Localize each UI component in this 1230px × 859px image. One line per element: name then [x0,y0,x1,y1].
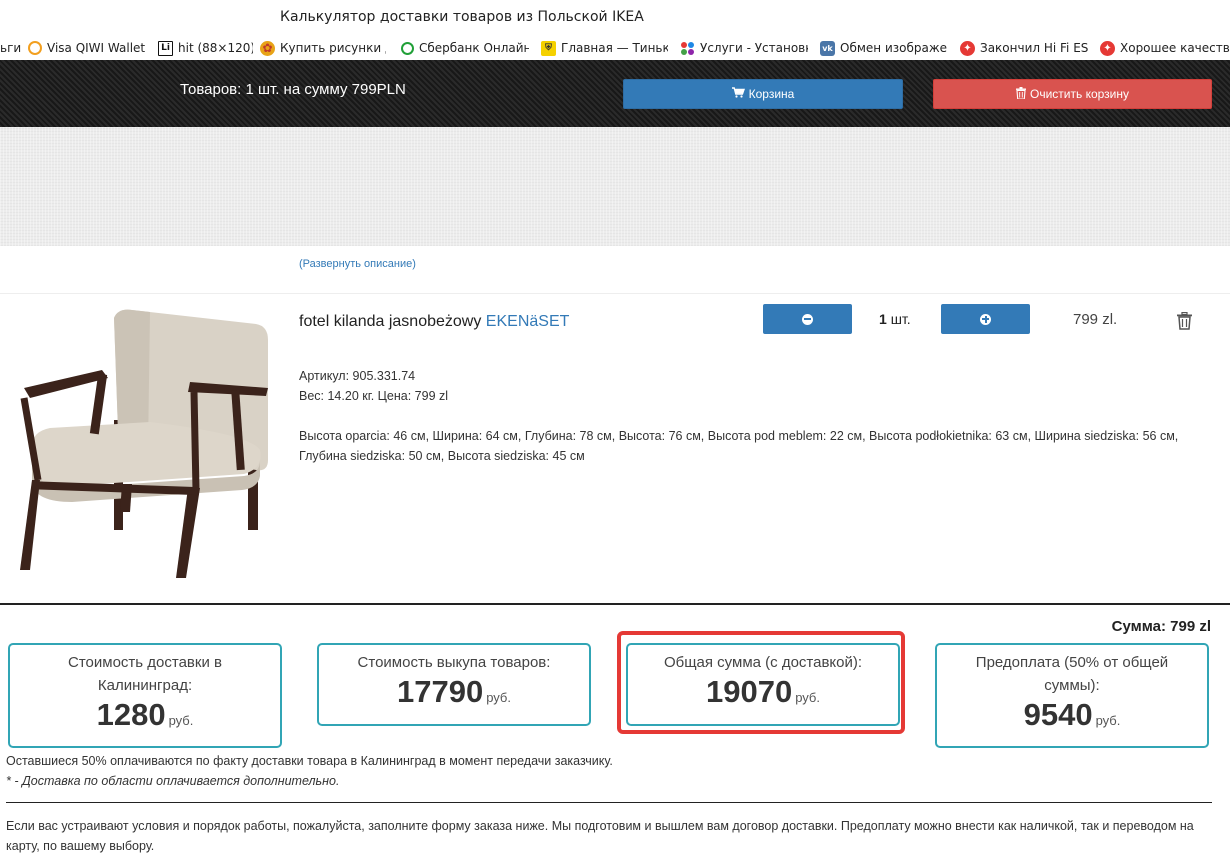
product-dimensions: Высота oparcia: 46 см, Ширина: 64 см, Гл… [299,429,1179,463]
product-meta: Артикул: 905.331.74 Вес: 14.20 кг. Цена:… [299,366,448,406]
divider [0,603,1230,605]
bookmark-tinkoff[interactable]: ⛨ Главная — Тинько [541,40,668,56]
tinkoff-icon: ⛨ [541,40,556,56]
quantity-value: 1 [879,311,887,327]
clear-cart-button[interactable]: Очистить корзину [933,79,1212,109]
header-banner [0,127,1230,246]
bookmark-quality[interactable]: ✦ Хорошее качество [1100,40,1230,56]
total-cost-label: Общая сумма (с доставкой): [663,654,863,671]
prepayment-value: 9540 руб. [1023,697,1121,732]
cart-button[interactable]: Корзина [623,79,903,109]
bookmark-sberbank[interactable]: Сбербанк Онлайн [401,40,529,56]
liveinternet-icon: Li [158,40,173,56]
bookmark-vk[interactable]: vk Обмен изображе [820,40,948,56]
quantity-display: 1 шт. [879,311,911,327]
product-article: Артикул: 905.331.74 [299,369,416,383]
minus-circle-icon [802,313,813,325]
product-name: fotel kilanda jasnobeżowy [299,313,482,330]
red-star-icon: ✦ [1100,40,1115,56]
bookmark-hifi[interactable]: ✦ Закончил Hi Fi ES [960,40,1088,56]
product-weight-price: Вес: 14.20 кг. Цена: 799 zl [299,389,449,403]
flower-icon: ✿ [260,40,275,56]
purchase-cost-value: 17790 руб. [396,674,511,709]
decrease-quantity-button[interactable] [763,304,852,334]
purchase-cost-label: Стоимость выкупа товаров: [357,654,551,671]
bookmark-services[interactable]: Услуги - Установка [680,40,808,56]
cart-button-label: Корзина [748,87,795,101]
product-brand-link[interactable]: EKENäSET [486,313,570,330]
page-title: Калькулятор доставки товаров из Польской… [280,9,644,25]
browser-title-bar: Калькулятор доставки товаров из Польской… [0,0,1230,34]
divider [0,293,1230,294]
remaining-payment-note: Оставшиеся 50% оплачиваются по факту дос… [6,754,613,768]
services-icon [680,41,695,56]
delivery-cost-value: 1280 руб. [96,697,194,732]
cart-total-sum: Сумма: 799 zl [1111,618,1211,635]
prepayment-label: Предоплата (50% от общей суммы): [975,654,1169,694]
qiwi-icon [28,41,42,55]
prepayment-card: Предоплата (50% от общей суммы): 9540 руб… [935,643,1209,748]
cart-bar: Товаров: 1 шт. на сумму 799PLN Корзина О… [0,60,1230,127]
product-title: fotel kilanda jasnobeżowy EKENäSET [299,313,569,331]
increase-quantity-button[interactable] [941,304,1030,334]
regional-delivery-note: * - Доставка по области оплачивается доп… [6,774,340,788]
product-price: 799 zl. [1073,311,1118,328]
total-cost-card: Общая сумма (с доставкой): 19070 руб. [626,643,900,726]
red-star-icon: ✦ [960,40,975,56]
bookmark-hit[interactable]: Li hit (88×120) [158,40,253,56]
product-image [10,300,280,585]
cart-summary: Товаров: 1 шт. на сумму 799PLN [180,81,406,98]
bookmark-item[interactable]: ьги [0,40,22,56]
divider [6,802,1212,803]
bookmark-qiwi[interactable]: Visa QIWI Wallet [28,40,150,56]
clear-cart-button-label: Очистить корзину [1030,87,1129,101]
delivery-cost-card: Стоимость доставки в Калининград: 1280 ру… [8,643,282,748]
shopping-cart-icon [731,87,745,101]
trash-icon [1016,86,1026,102]
delivery-cost-label: Стоимость доставки в Калининград: [68,654,222,694]
order-instructions: Если вас устраивают условия и порядок ра… [6,819,1194,853]
vk-icon: vk [820,40,835,56]
bookmark-pictures[interactable]: ✿ Купить рисунки д [260,40,386,56]
remove-item-trash-icon[interactable] [1176,311,1193,330]
total-cost-value: 19070 руб. [705,674,820,709]
sberbank-icon [401,41,414,55]
plus-circle-icon [980,313,991,325]
purchase-cost-card: Стоимость выкупа товаров: 17790 руб. [317,643,591,726]
bookmarks-bar: ьги Visa QIWI Wallet Li hit (88×120) ✿ К… [0,36,1230,60]
expand-description-link[interactable]: (Развернуть описание) [299,258,416,270]
quantity-unit: шт. [890,311,911,327]
